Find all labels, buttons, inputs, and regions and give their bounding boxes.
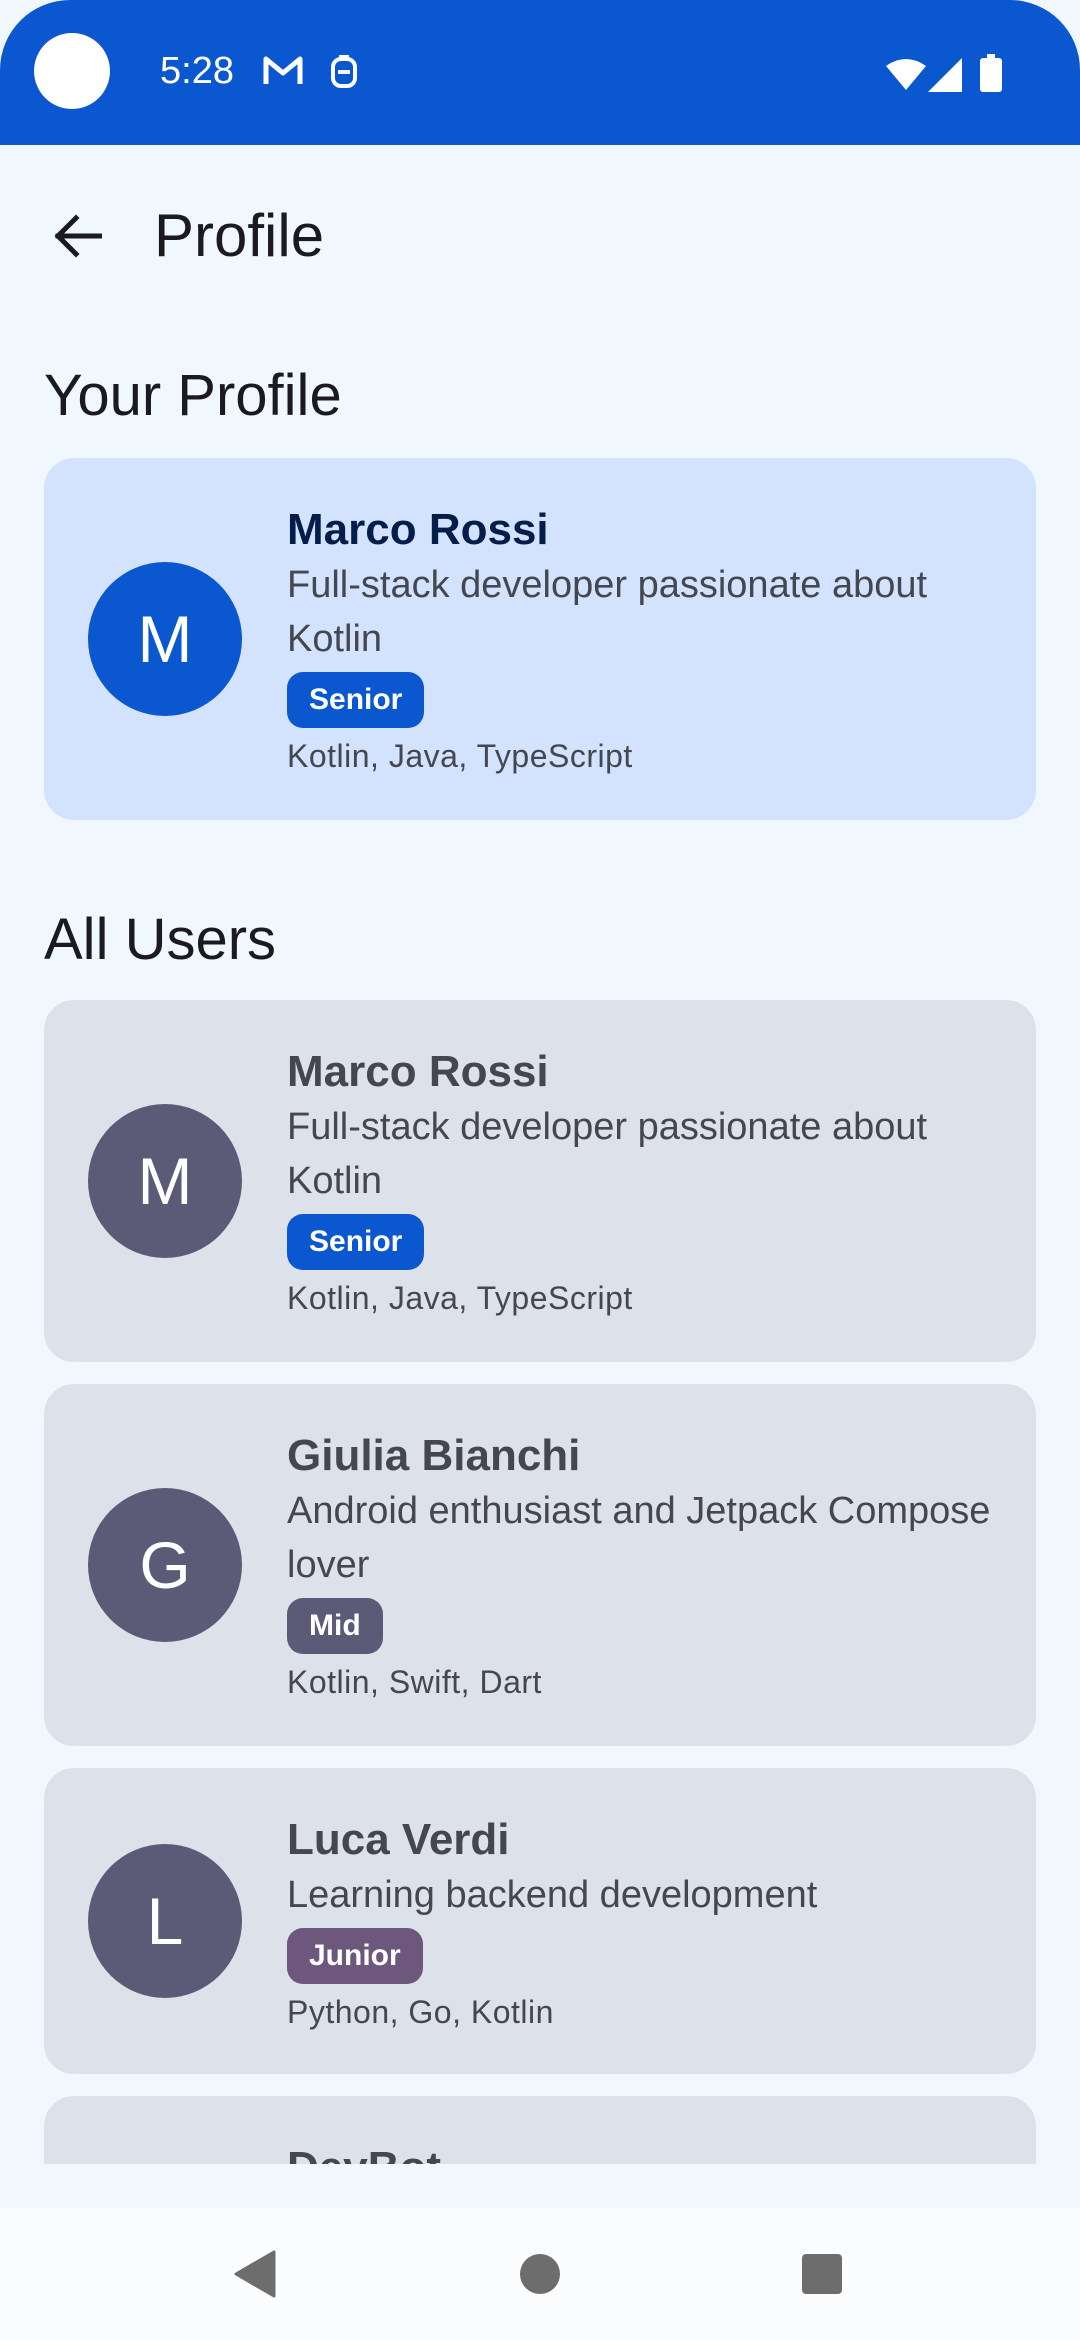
current-user-card[interactable]: M Marco Rossi Full-stack developer passi… — [44, 458, 1036, 820]
user-skills: Kotlin, Java, TypeScript — [287, 738, 633, 774]
level-badge: Mid — [287, 1598, 383, 1654]
level-badge: Senior — [287, 672, 425, 728]
user-bio: Learning backend development — [287, 1874, 818, 1916]
user-card[interactable]: G Giulia Bianchi Android enthusiast and … — [44, 1384, 1036, 1746]
level-badge: Junior — [287, 1928, 423, 1984]
user-bio: Full-stack developer passionate about Ko… — [287, 564, 928, 660]
signal-icon — [928, 58, 962, 92]
avatar: M — [88, 562, 242, 716]
your-profile-heading: Your Profile — [44, 363, 342, 428]
user-card[interactable]: L Luca Verdi Learning backend developmen… — [44, 1768, 1036, 2074]
top-app-bar: Profile — [0, 145, 1080, 320]
screen: 5:28 Profile Your Profile M Marco Rossi … — [0, 0, 1080, 2340]
nav-home-icon[interactable] — [518, 2250, 562, 2298]
nav-recents-icon[interactable] — [800, 2250, 844, 2298]
level-badge: Senior — [287, 1214, 425, 1270]
arrow-back-icon — [54, 214, 102, 258]
user-card[interactable]: DevBot — [44, 2096, 1036, 2164]
user-name: DevBot — [287, 2140, 996, 2164]
user-name: Marco Rossi — [287, 505, 549, 554]
battery-icon — [980, 54, 1002, 92]
nav-back-icon[interactable] — [234, 2250, 276, 2298]
wifi-icon — [886, 59, 926, 90]
avatar: G — [88, 1488, 242, 1642]
user-skills: Python, Go, Kotlin — [287, 1994, 554, 2030]
avatar: M — [88, 1104, 242, 1258]
user-name: Luca Verdi — [287, 1815, 510, 1864]
all-users-heading: All Users — [44, 907, 277, 972]
camera-cutout — [34, 33, 110, 109]
users-list[interactable]: M Marco Rossi Full-stack developer passi… — [0, 1000, 1080, 2164]
page-title: Profile — [154, 202, 325, 269]
user-skills: Kotlin, Java, TypeScript — [287, 1280, 633, 1316]
system-navigation-bar — [0, 2208, 1080, 2340]
user-name: Giulia Bianchi — [287, 1431, 581, 1480]
user-name: Marco Rossi — [287, 1047, 549, 1096]
status-time: 5:28 — [160, 50, 234, 92]
status-bar: 5:28 — [0, 0, 1080, 145]
user-card[interactable]: M Marco Rossi Full-stack developer passi… — [44, 1000, 1036, 1362]
user-bio: Full-stack developer passionate about Ko… — [287, 1106, 928, 1202]
user-skills: Kotlin, Swift, Dart — [287, 1664, 542, 1700]
back-button[interactable] — [40, 199, 114, 273]
user-bio: Android enthusiast and Jetpack Compose l… — [287, 1490, 991, 1586]
gmail-icon — [263, 56, 303, 84]
avatar: L — [88, 1844, 242, 1998]
notification-icon — [331, 55, 357, 88]
